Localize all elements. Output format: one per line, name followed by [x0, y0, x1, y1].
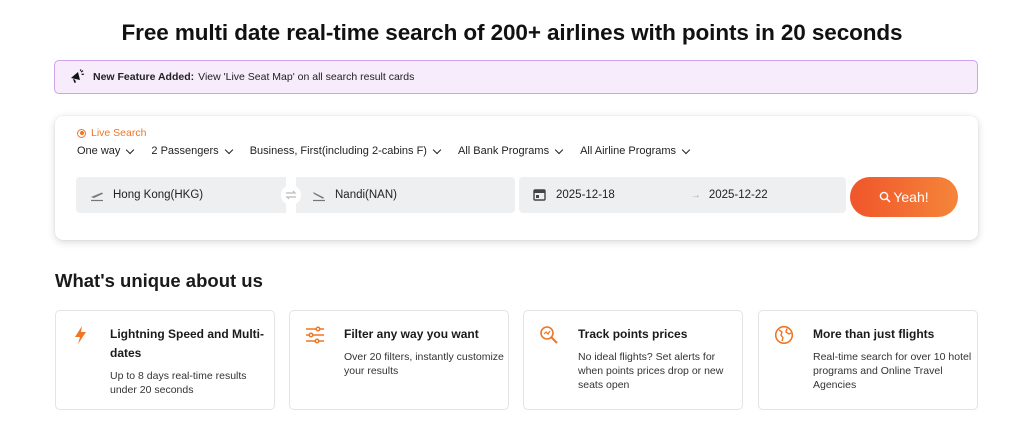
- banner-feature-label: New Feature Added:: [93, 71, 195, 83]
- cabin-value: Business, First(including 2-cabins F): [249, 145, 427, 157]
- feature-card-desc: Real-time search for over 10 hotel progr…: [813, 351, 972, 391]
- search-icon: [879, 191, 891, 203]
- origin-value: Hong Kong(HKG): [113, 189, 204, 201]
- depart-date: 2025-12-18: [556, 189, 615, 201]
- trip-type-select[interactable]: One way: [77, 145, 135, 157]
- chevron-down-icon: [126, 145, 135, 154]
- filter-sliders-icon: [305, 325, 325, 345]
- search-options: One way 2 Passengers Business, First(inc…: [77, 143, 691, 159]
- bank-programs-select[interactable]: All Bank Programs: [457, 145, 564, 157]
- feature-card-desc: Over 20 filters, instantly customize you…: [344, 351, 504, 377]
- calendar-icon: [533, 188, 547, 202]
- headline-text-3: in 20 seconds: [748, 20, 903, 45]
- takeoff-icon: [90, 188, 104, 202]
- bank-programs-value: All Bank Programs: [457, 145, 550, 157]
- search-submit-label: Yeah!: [893, 189, 929, 205]
- live-dot-icon: [77, 128, 86, 138]
- search-submit-button[interactable]: Yeah!: [850, 177, 958, 217]
- swap-arrows-icon: [285, 190, 297, 200]
- swap-button[interactable]: [281, 185, 301, 205]
- feature-card-title: Lightning Speed and Multi-dates: [110, 327, 264, 360]
- live-search-indicator: Live Search: [77, 127, 146, 139]
- date-arrow: →: [690, 189, 701, 201]
- destination-value: Nandi(NAN): [335, 189, 397, 201]
- landing-icon: [312, 188, 326, 202]
- passengers-value: 2 Passengers: [151, 145, 219, 157]
- chevron-down-icon: [432, 145, 442, 154]
- airline-programs-value: All Airline Programs: [580, 145, 677, 157]
- feature-card-speed: Lightning Speed and Multi-dates Up to 8 …: [55, 310, 275, 410]
- airline-programs-select[interactable]: All Airline Programs: [580, 145, 691, 157]
- unique-section-title: What's unique about us: [55, 270, 263, 291]
- destination-field[interactable]: Nandi(NAN): [296, 177, 515, 213]
- headline-airlines: 200+ airlines with points: [490, 20, 749, 45]
- feature-card-more: More than just flights Real-time search …: [758, 310, 978, 410]
- chevron-down-icon: [681, 145, 691, 154]
- price-track-icon: [539, 325, 559, 345]
- search-panel: Live Search One way 2 Passengers Busines…: [55, 116, 978, 240]
- passengers-select[interactable]: 2 Passengers: [151, 145, 233, 157]
- page-headline: Free multi date real-time search of 200+…: [0, 20, 1024, 46]
- return-date: 2025-12-22: [708, 189, 768, 201]
- headline-free: Free: [121, 20, 169, 45]
- dates-field[interactable]: 2025-12-18 → 2025-12-22: [519, 177, 846, 213]
- lightning-icon: [71, 325, 91, 345]
- headline-text-2: search of: [379, 20, 491, 45]
- headline-text-1: multi date: [168, 20, 287, 45]
- feature-card-filter: Filter any way you want Over 20 filters,…: [289, 310, 509, 410]
- feature-banner: New Feature Added: View 'Live Seat Map' …: [54, 60, 978, 94]
- feature-card-title: More than just flights: [813, 327, 935, 341]
- feature-card-desc: Up to 8 days real-time results under 20 …: [110, 370, 247, 396]
- headline-realtime: real-time: [286, 20, 380, 45]
- live-search-label: Live Search: [91, 127, 147, 139]
- feature-card-title: Track points prices: [578, 327, 688, 341]
- origin-field[interactable]: Hong Kong(HKG): [76, 177, 286, 213]
- megaphone-icon: [69, 69, 85, 85]
- banner-text: View 'Live Seat Map' on all search resul…: [198, 71, 415, 83]
- cabin-select[interactable]: Business, First(including 2-cabins F): [249, 145, 442, 157]
- feature-card-title: Filter any way you want: [344, 327, 479, 341]
- feature-card-track: Track points prices No ideal flights? Se…: [523, 310, 743, 410]
- chevron-down-icon: [554, 145, 564, 154]
- chevron-down-icon: [224, 145, 233, 154]
- globe-icon: [774, 325, 794, 345]
- feature-card-desc: No ideal flights? Set alerts for when po…: [578, 351, 724, 391]
- trip-type-value: One way: [77, 145, 121, 157]
